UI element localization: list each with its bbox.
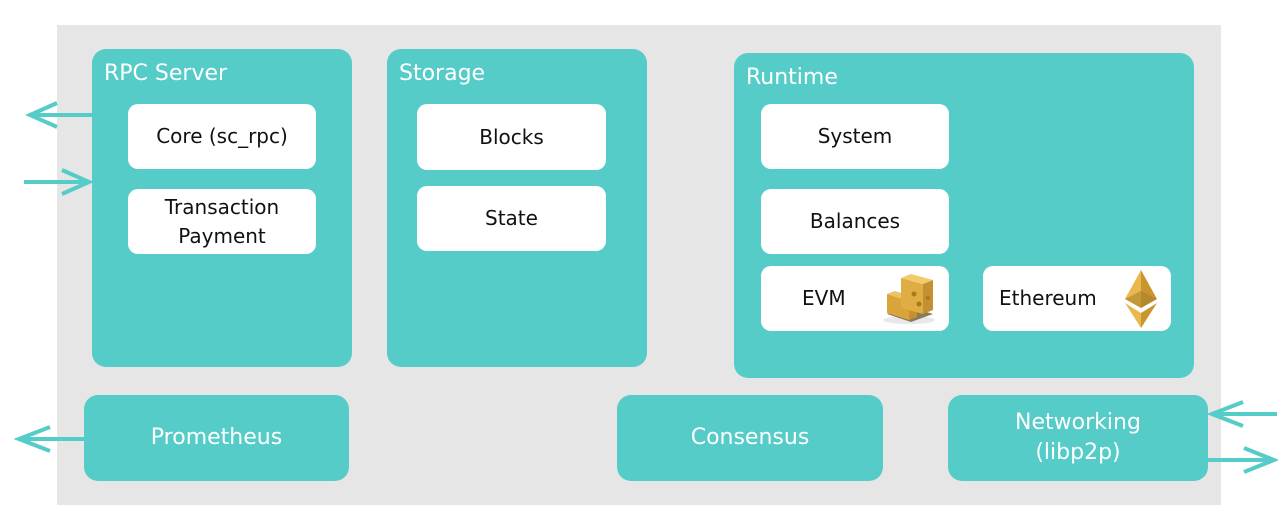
networking-label-line1: Networking xyxy=(1015,410,1141,435)
networking-box: Networking (libp2p) xyxy=(948,395,1208,481)
evm-pallet: EVM xyxy=(761,266,949,331)
storage-title: Storage xyxy=(399,61,486,86)
pallet-boxes-icon xyxy=(883,274,935,324)
module-label-line1: Transaction xyxy=(164,194,280,219)
transaction-payment-module: Transaction Payment xyxy=(128,189,316,254)
module-label: EVM xyxy=(802,286,846,310)
rpc-outgoing-arrow xyxy=(25,101,93,129)
balances-pallet: Balances xyxy=(761,189,949,254)
runtime-title: Runtime xyxy=(746,65,838,90)
rpc-incoming-arrow xyxy=(24,168,94,196)
prometheus-outgoing-arrow xyxy=(14,425,84,453)
core-sc-rpc-module: Core (sc_rpc) xyxy=(128,104,316,169)
consensus-label: Consensus xyxy=(690,425,810,450)
networking-label-line2: (libp2p) xyxy=(1035,440,1121,465)
runtime-box: Runtime System Balances EVM Ethereum xyxy=(734,53,1194,378)
rpc-server-title: RPC Server xyxy=(104,61,228,86)
prometheus-label: Prometheus xyxy=(150,425,283,450)
state-module: State xyxy=(417,186,606,251)
consensus-box: Consensus xyxy=(617,395,883,481)
module-label: Ethereum xyxy=(999,286,1097,310)
blocks-module: Blocks xyxy=(417,104,606,170)
prometheus-box: Prometheus xyxy=(84,395,349,481)
networking-outgoing-arrow xyxy=(1208,446,1278,474)
module-label: Balances xyxy=(809,209,901,233)
module-label: State xyxy=(485,206,538,230)
ethereum-pallet: Ethereum xyxy=(983,266,1171,331)
module-label: Blocks xyxy=(479,124,544,149)
module-label-line2: Payment xyxy=(178,223,266,248)
module-label: Core (sc_rpc) xyxy=(156,124,288,148)
system-pallet: System xyxy=(761,104,949,169)
ethereum-logo-icon xyxy=(1125,270,1157,328)
rpc-server-box: RPC Server Core (sc_rpc) Transaction Pay… xyxy=(92,49,352,367)
storage-box: Storage Blocks State xyxy=(387,49,647,367)
networking-incoming-arrow xyxy=(1207,400,1277,428)
module-label: System xyxy=(817,124,893,148)
